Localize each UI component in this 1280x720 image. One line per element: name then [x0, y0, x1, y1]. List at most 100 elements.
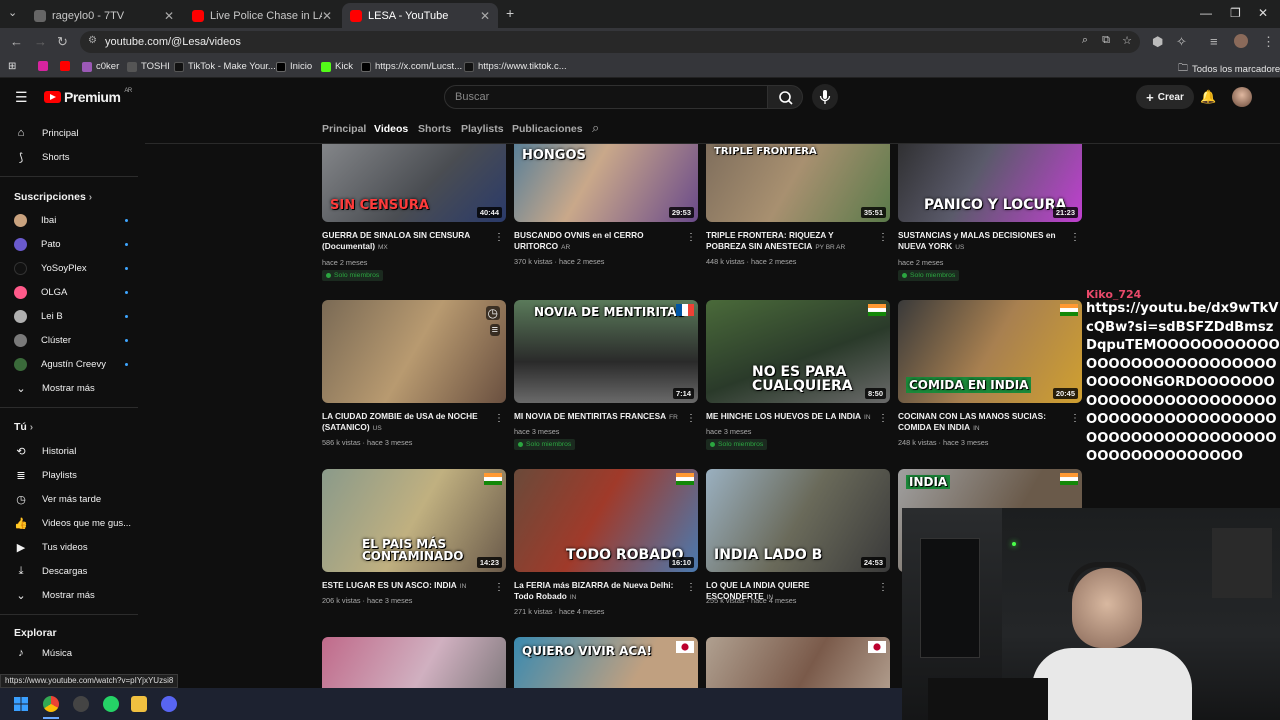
- video-thumbnail[interactable]: ◷ ≡: [322, 300, 506, 403]
- video-card[interactable]: SIN CENSURA 40:44 GUERRA DE SINALOA SIN …: [322, 144, 506, 281]
- minimize-icon[interactable]: —: [1200, 6, 1212, 20]
- new-tab-icon[interactable]: +: [506, 5, 514, 21]
- close-tab-icon[interactable]: ✕: [480, 9, 490, 23]
- video-thumbnail[interactable]: [322, 637, 506, 688]
- browser-tab-7tv[interactable]: rageylo0 - 7TV ✕: [26, 3, 182, 28]
- address-bar[interactable]: ⚙ youtube.com/@Lesa/videos ⌕ ⧉ ☆: [80, 31, 1140, 53]
- more-options-icon[interactable]: ⋮: [878, 413, 888, 424]
- extension-icon[interactable]: ⬢: [1152, 34, 1163, 50]
- video-card[interactable]: ◷ ≡ LA CIUDAD ZOMBIE de USA de NOCHE (SA…: [322, 300, 506, 447]
- all-bookmarks[interactable]: 🗀 Todos los marcadores: [1178, 61, 1280, 78]
- close-window-icon[interactable]: ✕: [1258, 6, 1268, 20]
- back-icon[interactable]: ←: [10, 34, 23, 49]
- video-card[interactable]: [322, 637, 506, 688]
- video-thumbnail[interactable]: TODO ROBADO 16:10: [514, 469, 698, 572]
- restore-icon[interactable]: ❐: [1230, 6, 1241, 20]
- video-thumbnail[interactable]: TRIPLE FRONTERA 35:51: [706, 144, 890, 222]
- channel-search-icon[interactable]: ⌕: [592, 120, 599, 136]
- video-thumbnail[interactable]: SIN CENSURA 40:44: [322, 144, 506, 222]
- more-options-icon[interactable]: ⋮: [878, 232, 888, 243]
- search-input[interactable]: Buscar: [444, 85, 768, 109]
- tab-playlists[interactable]: Playlists: [461, 123, 504, 135]
- video-title[interactable]: GUERRA DE SINALOA SIN CENSURA (Documenta…: [322, 230, 490, 253]
- voice-search-button[interactable]: [812, 84, 838, 110]
- video-card[interactable]: TODO ROBADO 16:10 La FERIA más BIZARRA d…: [514, 469, 698, 616]
- site-info-icon[interactable]: ⚙: [88, 35, 97, 46]
- app-icon[interactable]: [73, 696, 89, 712]
- close-tab-icon[interactable]: ✕: [322, 9, 332, 23]
- video-thumbnail[interactable]: COMIDA EN INDIA 20:45: [898, 300, 1082, 403]
- video-card[interactable]: TRIPLE FRONTERA 35:51 TRIPLE FRONTERA: R…: [706, 144, 890, 266]
- tab-videos[interactable]: Videos: [374, 123, 408, 135]
- video-title[interactable]: ESTE LUGAR ES UN ASCO: INDIA IN: [322, 580, 490, 592]
- file-explorer-icon[interactable]: [131, 696, 147, 712]
- video-thumbnail[interactable]: HONGOS 29:53: [514, 144, 698, 222]
- bookmark-kick[interactable]: Kick: [321, 61, 353, 72]
- watch-later-icon[interactable]: ◷: [485, 306, 500, 320]
- whatsapp-icon[interactable]: [103, 696, 119, 712]
- sidebar-item-principal[interactable]: ⌂ Principal: [14, 123, 134, 143]
- reload-icon[interactable]: ↻: [57, 34, 68, 50]
- install-icon[interactable]: ⧉: [1102, 34, 1110, 47]
- search-button[interactable]: [767, 85, 803, 109]
- discord-icon[interactable]: [161, 696, 177, 712]
- video-thumbnail[interactable]: NOVIA DE MENTIRITAS 7:14: [514, 300, 698, 403]
- more-options-icon[interactable]: ⋮: [686, 413, 696, 424]
- more-options-icon[interactable]: ⋮: [686, 582, 696, 593]
- bookmark-tiktok-url[interactable]: https://www.tiktok.c...: [464, 61, 567, 72]
- video-thumbnail[interactable]: INDIA LADO B 24:53: [706, 469, 890, 572]
- video-card[interactable]: NO ES PARA CUALQUIERA 8:50 ME HINCHE LOS…: [706, 300, 890, 450]
- more-options-icon[interactable]: ⋮: [494, 232, 504, 243]
- bookmark-tiktok[interactable]: TikTok - Make Your...: [174, 61, 276, 72]
- video-card[interactable]: INDIA LADO B 24:53 LO QUE LA INDIA QUIER…: [706, 469, 890, 605]
- video-title[interactable]: LA CIUDAD ZOMBIE de USA de NOCHE (SATANI…: [322, 411, 490, 434]
- apps-grid-icon[interactable]: ⊞: [8, 61, 16, 72]
- more-options-icon[interactable]: ⋮: [494, 413, 504, 424]
- tab-principal[interactable]: Principal: [322, 123, 366, 135]
- chrome-icon[interactable]: [43, 696, 59, 712]
- more-options-icon[interactable]: ⋮: [878, 582, 888, 593]
- video-card[interactable]: HONGOS 29:53 BUSCANDO OVNIS en el CERRO …: [514, 144, 698, 266]
- video-title[interactable]: MI NOVIA DE MENTIRITAS FRANCESA FR: [514, 411, 682, 423]
- video-title[interactable]: La FERIA más BIZARRA de Nueva Delhi: Tod…: [514, 580, 682, 603]
- create-button[interactable]: + Crear: [1136, 85, 1194, 109]
- hamburger-menu-icon[interactable]: ☰: [15, 89, 28, 106]
- bookmark-toshi[interactable]: TOSHI: [127, 61, 170, 72]
- account-avatar[interactable]: [1232, 87, 1252, 107]
- browser-tab-police-chase[interactable]: Live Police Chase in LA - YouTu ✕: [184, 3, 340, 28]
- close-tab-icon[interactable]: ✕: [164, 9, 174, 23]
- video-card[interactable]: [706, 637, 890, 688]
- more-options-icon[interactable]: ⋮: [494, 582, 504, 593]
- bookmark-c0ker[interactable]: c0ker: [82, 61, 119, 72]
- add-to-queue-icon[interactable]: ≡: [489, 324, 500, 336]
- menu-dots-icon[interactable]: ⋮: [1262, 34, 1275, 50]
- tab-publicaciones[interactable]: Publicaciones: [512, 123, 583, 135]
- video-thumbnail[interactable]: NO ES PARA CUALQUIERA 8:50: [706, 300, 890, 403]
- tab-shorts[interactable]: Shorts: [418, 123, 451, 135]
- media-icon[interactable]: ≡: [1210, 34, 1218, 49]
- bookmark-x[interactable]: https://x.com/Lucst...: [361, 61, 462, 72]
- video-title[interactable]: COCINAN CON LAS MANOS SUCIAS: COMIDA EN …: [898, 411, 1066, 434]
- more-options-icon[interactable]: ⋮: [1070, 413, 1080, 424]
- video-card[interactable]: NOVIA DE MENTIRITAS 7:14 MI NOVIA DE MEN…: [514, 300, 698, 450]
- forward-icon[interactable]: →: [34, 34, 47, 49]
- video-title[interactable]: ME HINCHE LOS HUEVOS DE LA INDIA IN: [706, 411, 874, 423]
- more-options-icon[interactable]: ⋮: [1070, 232, 1080, 243]
- video-thumbnail[interactable]: EL PAIS MÁS CONTAMINADO 14:23: [322, 469, 506, 572]
- browser-tab-lesa[interactable]: LESA - YouTube ✕: [342, 3, 498, 28]
- extensions-puzzle-icon[interactable]: ✧: [1176, 34, 1187, 50]
- video-thumbnail[interactable]: PANICO Y LOCURA 21:23: [898, 144, 1082, 222]
- video-thumbnail[interactable]: QUIERO VIVIR ACA!: [514, 637, 698, 688]
- tab-search-icon[interactable]: ⌄: [8, 6, 17, 19]
- youtube-bookmark[interactable]: [60, 61, 70, 71]
- video-title[interactable]: BUSCANDO OVNIS en el CERRO URITORCO AR: [514, 230, 682, 253]
- notifications-bell-icon[interactable]: 🔔: [1200, 89, 1216, 105]
- zoom-icon[interactable]: ⌕: [1082, 34, 1088, 47]
- video-card[interactable]: COMIDA EN INDIA 20:45 COCINAN CON LAS MA…: [898, 300, 1082, 447]
- video-card[interactable]: QUIERO VIVIR ACA!: [514, 637, 698, 688]
- more-options-icon[interactable]: ⋮: [686, 232, 696, 243]
- instagram-bookmark[interactable]: [38, 61, 48, 71]
- youtube-premium-logo[interactable]: Premium AR: [44, 88, 132, 105]
- bookmark-inicio[interactable]: Inicio: [276, 61, 312, 72]
- bookmark-star-icon[interactable]: ☆: [1122, 34, 1132, 47]
